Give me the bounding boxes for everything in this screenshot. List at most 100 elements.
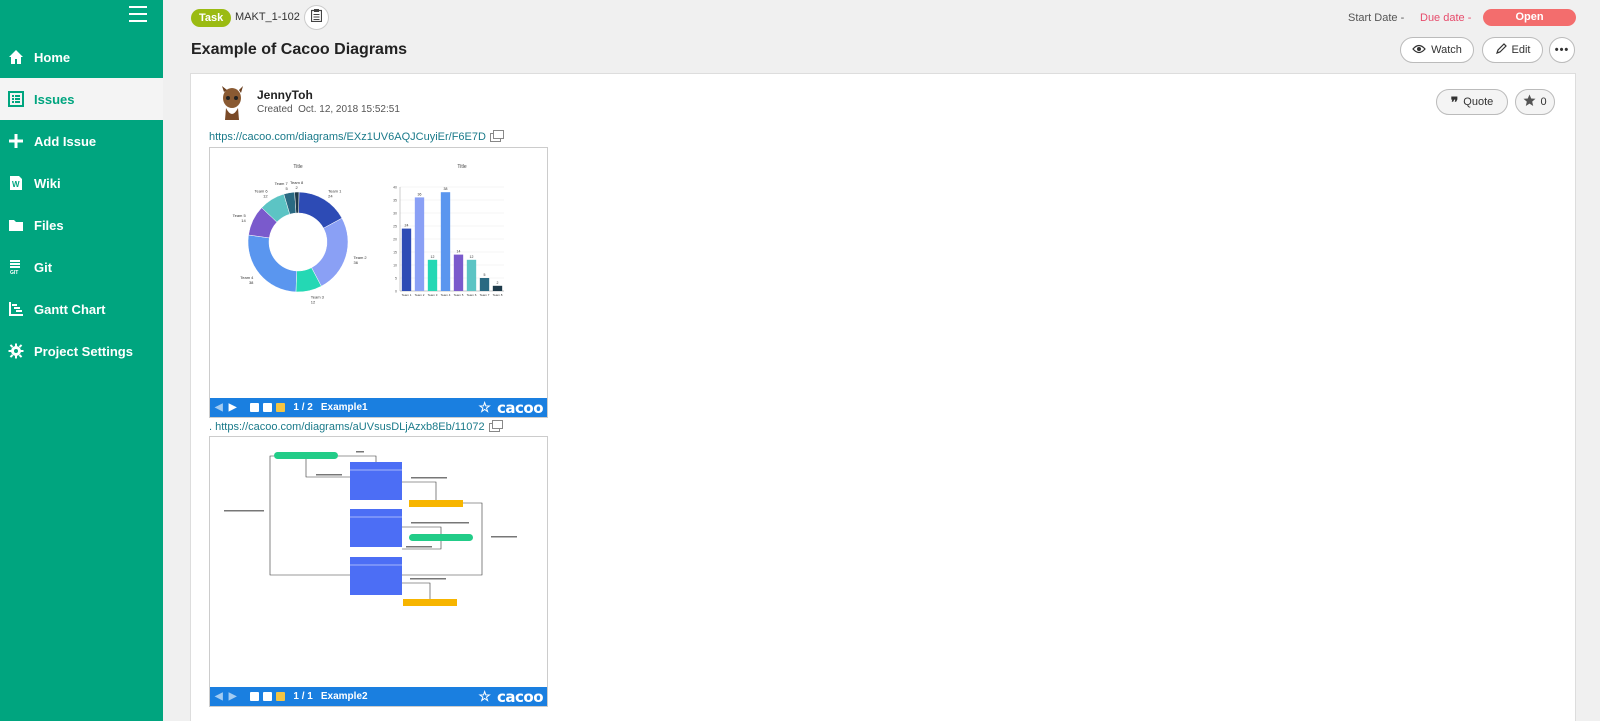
sidebar-item-gantt-chart[interactable]: Gantt Chart (0, 288, 163, 330)
edit-button[interactable]: Edit (1482, 37, 1543, 63)
sidebar-item-project-settings[interactable]: Project Settings (0, 330, 163, 372)
fit-icon[interactable] (263, 692, 273, 701)
next-page-icon[interactable]: ▶ (229, 402, 237, 413)
quote-label: Quote (1463, 96, 1494, 108)
page-indicator: 1 / 2 (293, 402, 313, 413)
info-icon[interactable] (250, 403, 260, 412)
diagram-link-2[interactable]: . https://cacoo.com/diagrams/aUVsusDLjAz… (209, 419, 503, 433)
x-tick-label: Team 8 (493, 293, 503, 297)
edit-label: Edit (1511, 44, 1531, 56)
sidebar-item-label: Git (34, 259, 53, 275)
diagram-canvas (210, 437, 547, 687)
list-icon (8, 91, 24, 107)
next-page-icon[interactable]: ▶ (229, 691, 237, 702)
bar (466, 259, 477, 291)
folder-icon (8, 217, 24, 233)
star-button[interactable]: 0 (1515, 89, 1555, 115)
status-badge[interactable]: Open (1483, 9, 1576, 26)
clipboard-icon (310, 8, 323, 27)
x-tick-label: Team 4 (441, 293, 451, 297)
bar (427, 259, 438, 291)
bar (453, 254, 464, 291)
charts-svg: Title Team 1 24 Team 2 36 Team 3 12 Team 4 38 Tea… (233, 164, 504, 305)
cacoo-logo: cacoo (496, 687, 544, 706)
bar-value-label: 24 (405, 224, 409, 228)
quote-button[interactable]: ❞ Quote (1436, 89, 1508, 115)
created-timestamp: Oct. 12, 2018 15:52:51 (298, 104, 400, 115)
bar-value-label: 36 (418, 192, 422, 196)
diagram-canvas: Title Team 1 24 Team 2 36 Team 3 12 Team 4 38 Tea… (210, 148, 547, 398)
due-date[interactable]: Due date - (1420, 12, 1471, 24)
pie-value-label: 36 (354, 260, 359, 265)
menu-toggle-icon[interactable] (129, 6, 147, 22)
pencil-icon (1495, 42, 1507, 58)
sidebar-item-add-issue[interactable]: Add Issue (0, 120, 163, 162)
gantt-icon (8, 301, 24, 317)
start-date-value: - (1400, 12, 1405, 24)
sidebar-item-label: Issues (34, 91, 75, 107)
svg-text:GIT: GIT (10, 270, 18, 275)
x-tick-label: Team 1 (402, 293, 412, 297)
pie-value-label: 24 (328, 193, 333, 198)
sheet-name: Example1 (320, 402, 368, 413)
issue-key: MAKT_1-102 (235, 11, 300, 23)
embed-toolbar: ◀ ▶ 1 / 2 Example1 ☆ cacoo (210, 398, 547, 417)
favorite-star-icon[interactable]: ☆ (478, 399, 491, 416)
favorite-star-icon[interactable]: ☆ (478, 688, 491, 705)
pie-slice (311, 217, 349, 287)
sidebar-item-git[interactable]: GIT Git (0, 246, 163, 288)
y-tick-label: 5 (395, 277, 397, 281)
bar-value-label: 14 (457, 250, 461, 254)
sidebar-item-issues[interactable]: Issues (0, 78, 163, 120)
cacoo-embed-1[interactable]: Title Team 1 24 Team 2 36 Team 3 12 Team 4 38 Tea… (209, 147, 548, 418)
bar-value-label: 38 (444, 187, 448, 191)
comment-created: Created Oct. 12, 2018 15:52:51 (257, 104, 400, 115)
y-tick-label: 10 (393, 264, 397, 268)
bar-title: Title (457, 164, 466, 170)
flow-node (403, 599, 457, 606)
flow-diagram (224, 451, 517, 606)
plus-icon (8, 133, 24, 149)
quote-icon: ❞ (1450, 94, 1459, 110)
cacoo-embed-2[interactable]: ◀ ▶ 1 / 1 Example2 ☆ cacoo (209, 436, 548, 707)
more-options-button[interactable]: ••• (1549, 37, 1575, 63)
gear-icon (8, 343, 24, 359)
start-date[interactable]: Start Date - (1348, 12, 1404, 24)
x-tick-label: Team 5 (454, 293, 464, 297)
sidebar-item-wiki[interactable]: W Wiki (0, 162, 163, 204)
fit-icon[interactable] (263, 403, 273, 412)
y-tick-label: 20 (393, 238, 397, 242)
link-prefix: . (209, 421, 213, 433)
created-label: Created (257, 104, 293, 115)
watch-label: Watch (1431, 44, 1462, 56)
pie-title: Title (293, 164, 302, 170)
prev-page-icon[interactable]: ◀ (215, 691, 223, 702)
sidebar-item-files[interactable]: Files (0, 204, 163, 246)
diagram-link-url: https://cacoo.com/diagrams/EXz1UV6AQJCuy… (209, 131, 486, 143)
sidebar-item-home[interactable]: Home (0, 36, 163, 78)
bar (401, 228, 412, 291)
bar (440, 192, 451, 291)
avatar[interactable] (217, 86, 247, 120)
copy-key-button[interactable] (304, 5, 329, 30)
diagram-link-1[interactable]: https://cacoo.com/diagrams/EXz1UV6AQJCuy… (209, 129, 504, 143)
edit-diagram-icon[interactable] (276, 403, 286, 412)
edit-diagram-icon[interactable] (276, 692, 286, 701)
x-tick-label: Team 2 (415, 293, 425, 297)
due-date-value: - (1467, 12, 1472, 24)
info-icon[interactable] (250, 692, 260, 701)
git-icon: GIT (8, 259, 24, 275)
diagram-link-url: https://cacoo.com/diagrams/aUVsusDLjAzxb… (215, 421, 485, 433)
prev-page-icon[interactable]: ◀ (215, 402, 223, 413)
comment-author[interactable]: JennyToh (257, 88, 313, 102)
pie-value-label: 38 (249, 280, 254, 285)
pie-value-label: 2 (295, 185, 298, 190)
pie-slice (247, 234, 298, 293)
bar-value-label: 5 (484, 273, 486, 277)
pie-value-label: 12 (263, 194, 268, 199)
watch-button[interactable]: Watch (1400, 37, 1474, 63)
embed-toolbar: ◀ ▶ 1 / 1 Example2 ☆ cacoo (210, 687, 547, 706)
due-date-label: Due date (1420, 12, 1465, 24)
eye-icon (1412, 44, 1426, 57)
star-icon (1523, 94, 1536, 110)
